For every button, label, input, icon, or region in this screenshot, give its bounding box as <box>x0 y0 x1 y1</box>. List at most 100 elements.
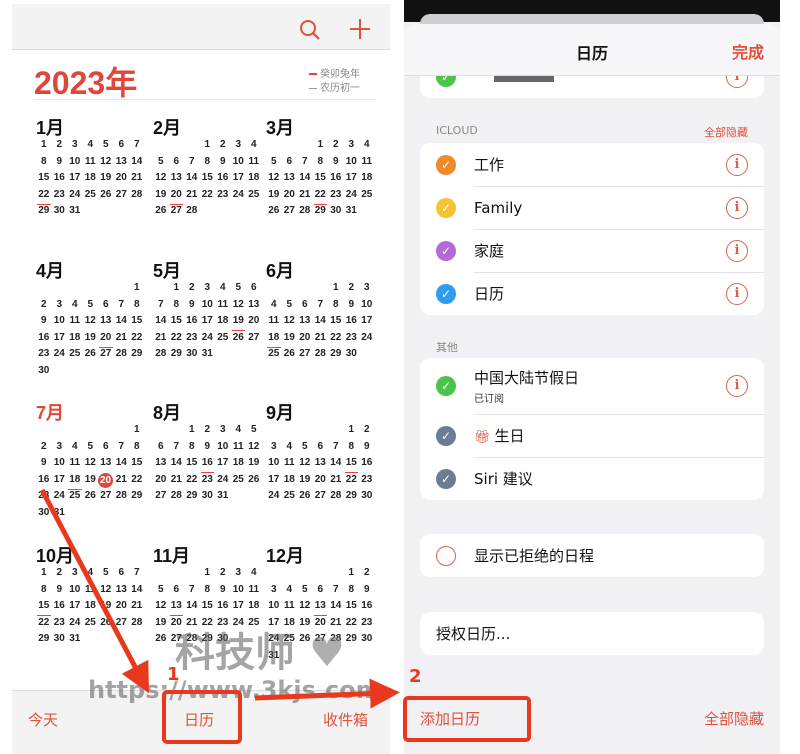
day-cell[interactable]: 24 <box>67 616 83 630</box>
day-cell[interactable]: 10 <box>231 155 247 169</box>
day-cell[interactable]: 6 <box>169 583 185 597</box>
day-cell[interactable]: 7 <box>129 138 145 152</box>
day-cell[interactable]: 4 <box>282 583 298 597</box>
calendar-row-holidays[interactable]: ✓ 中国大陆节假日 已订阅 i <box>420 358 764 414</box>
day-cell[interactable]: 27 <box>313 632 329 646</box>
day-cell[interactable]: 25 <box>282 489 298 503</box>
day-cell[interactable]: 1 <box>344 423 360 437</box>
day-cell[interactable]: 3 <box>231 566 247 580</box>
day-cell[interactable]: 19 <box>153 616 169 630</box>
day-cell[interactable]: 17 <box>359 314 375 328</box>
day-cell[interactable]: 19 <box>297 616 313 630</box>
day-cell[interactable]: 4 <box>359 138 375 152</box>
day-cell[interactable]: 22 <box>129 331 145 345</box>
day-cell[interactable]: 18 <box>246 599 262 613</box>
day-cell[interactable]: 30 <box>200 489 216 503</box>
day-cell[interactable]: 1 <box>36 138 52 152</box>
day-cell[interactable]: 7 <box>169 440 185 454</box>
day-cell[interactable]: 27 <box>169 632 185 646</box>
day-cell[interactable]: 27 <box>114 188 130 202</box>
month-name[interactable]: 12月 <box>266 542 380 566</box>
day-cell[interactable]: 16 <box>36 473 52 487</box>
day-cell[interactable]: 18 <box>266 331 282 348</box>
day-cell[interactable]: 3 <box>359 281 375 295</box>
day-cell[interactable]: 29 <box>36 632 52 646</box>
day-cell[interactable]: 11 <box>359 155 375 169</box>
day-cell[interactable]: 5 <box>153 583 169 597</box>
day-cell[interactable]: 15 <box>313 171 329 185</box>
day-cell[interactable]: 16 <box>36 331 52 345</box>
check-icon[interactable]: ✓ <box>436 197 456 218</box>
day-cell[interactable]: 29 <box>328 347 344 361</box>
day-cell[interactable]: 18 <box>246 171 262 185</box>
day-cell[interactable]: 23 <box>359 616 375 630</box>
day-cell[interactable]: 26 <box>83 347 99 361</box>
day-cell[interactable]: 5 <box>297 440 313 454</box>
icloud-hide-all-button[interactable]: 全部隐藏 <box>704 124 748 140</box>
day-cell[interactable]: 21 <box>184 616 200 630</box>
day-cell[interactable]: 16 <box>52 599 68 613</box>
day-cell[interactable]: 16 <box>215 599 231 613</box>
month-5[interactable]: 5月 1 2 3 4 5 6 7 8 9 10 11 12 13 14 15 16 17 18 19 20 21 22 23 2… <box>153 257 267 359</box>
day-cell[interactable]: 1 <box>184 423 200 437</box>
day-cell[interactable]: 8 <box>36 155 52 169</box>
day-cell[interactable]: 8 <box>169 298 185 312</box>
day-cell[interactable]: 16 <box>328 171 344 185</box>
day-cell[interactable]: 14 <box>184 599 200 613</box>
add-calendar-button[interactable]: 添加日历 <box>420 708 480 729</box>
day-cell[interactable]: 24 <box>52 347 68 361</box>
day-cell[interactable]: 30 <box>52 204 68 218</box>
day-cell[interactable]: 9 <box>215 155 231 169</box>
check-icon[interactable]: ✓ <box>436 283 456 304</box>
day-cell[interactable]: 20 <box>313 616 329 630</box>
day-cell[interactable]: 26 <box>98 188 114 202</box>
day-cell[interactable]: 21 <box>313 331 329 345</box>
day-cell[interactable]: 25 <box>83 616 99 630</box>
day-cell[interactable]: 2 <box>215 138 231 152</box>
day-cell[interactable]: 7 <box>153 298 169 312</box>
day-cell[interactable]: 14 <box>129 583 145 597</box>
day-cell[interactable]: 6 <box>169 155 185 169</box>
day-cell[interactable]: 6 <box>246 281 262 295</box>
day-cell[interactable]: 22 <box>344 616 360 630</box>
day-cell[interactable]: 15 <box>36 599 52 617</box>
day-cell[interactable]: 8 <box>200 155 216 169</box>
day-cell[interactable]: 25 <box>282 632 298 646</box>
month-1[interactable]: 1月 1 2 3 4 5 6 7 8 9 10 11 12 13 14 15 16 17 18 19 20 21 22 23 2… <box>36 114 150 216</box>
day-cell[interactable]: 16 <box>215 171 231 185</box>
day-cell[interactable]: 15 <box>184 456 200 470</box>
day-cell[interactable]: 19 <box>83 331 99 345</box>
month-7[interactable]: 7月 1 2 3 4 5 6 7 8 9 10 11 12 13 14 15 16 17 18 19 20 21 22 23 2… <box>36 399 150 518</box>
day-cell[interactable]: 22 <box>313 188 329 205</box>
day-cell[interactable]: 23 <box>52 188 68 202</box>
info-icon[interactable]: i <box>726 196 748 219</box>
calendar-row-work[interactable]: ✓ 工作 i <box>420 143 764 186</box>
month-name[interactable]: 6月 <box>266 257 380 281</box>
day-cell[interactable]: 13 <box>114 155 130 169</box>
day-cell[interactable]: 30 <box>52 632 68 646</box>
month-name[interactable]: 1月 <box>36 114 150 138</box>
day-cell[interactable]: 27 <box>313 489 329 503</box>
day-cell[interactable]: 29 <box>344 489 360 503</box>
day-cell[interactable]: 18 <box>215 314 231 328</box>
day-cell[interactable]: 1 <box>200 566 216 580</box>
day-cell[interactable]: 18 <box>282 473 298 487</box>
day-cell[interactable]: 26 <box>297 489 313 503</box>
day-cell[interactable]: 25 <box>266 347 282 361</box>
day-cell[interactable]: 17 <box>67 599 83 613</box>
day-cell[interactable]: 20 <box>98 331 114 348</box>
day-cell[interactable]: 24 <box>67 188 83 202</box>
day-cell[interactable]: 12 <box>98 583 114 597</box>
day-cell[interactable]: 5 <box>266 155 282 169</box>
plus-icon[interactable] <box>349 18 371 40</box>
month-name[interactable]: 11月 <box>153 542 267 566</box>
day-cell[interactable]: 11 <box>231 440 247 454</box>
day-cell[interactable]: 1 <box>129 281 145 295</box>
search-icon[interactable] <box>298 18 322 42</box>
day-cell[interactable]: 17 <box>200 314 216 328</box>
day-cell[interactable]: 2 <box>184 281 200 295</box>
day-cell[interactable]: 12 <box>83 314 99 328</box>
month-3[interactable]: 3月 1 2 3 4 5 6 7 8 9 10 11 12 13 14 15 16 17 18 19 20 21 22 23 2… <box>266 114 380 216</box>
day-cell[interactable]: 11 <box>282 599 298 613</box>
day-cell[interactable]: 9 <box>359 440 375 454</box>
